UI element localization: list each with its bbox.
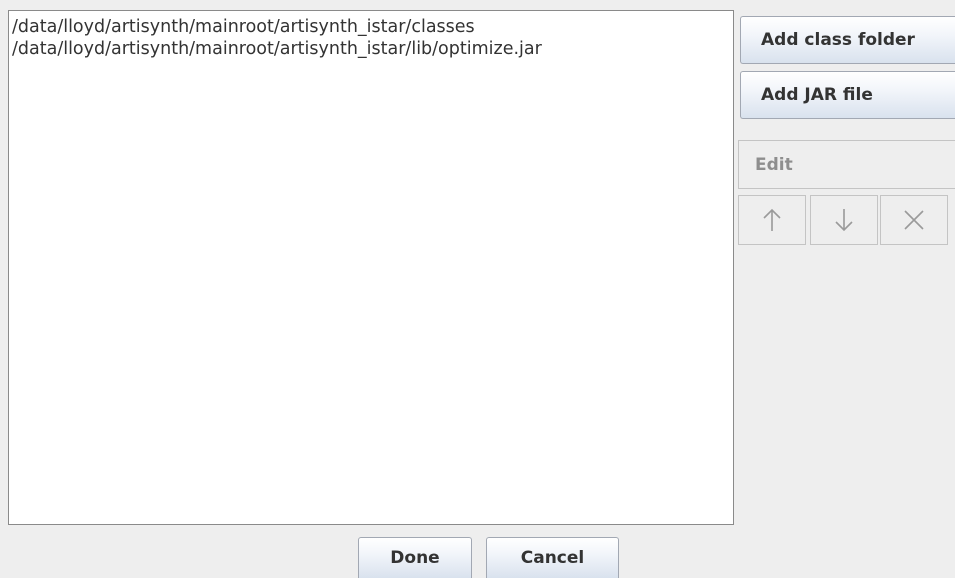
cancel-button[interactable]: Cancel	[486, 537, 619, 578]
edit-button[interactable]: Edit	[738, 140, 955, 189]
add-class-folder-button[interactable]: Add class folder	[740, 16, 955, 64]
remove-button[interactable]	[880, 195, 948, 245]
add-class-folder-label: Add class folder	[761, 30, 915, 50]
cancel-label: Cancel	[520, 548, 585, 568]
move-up-button[interactable]	[738, 195, 806, 245]
list-item[interactable]: /data/lloyd/artisynth/mainroot/artisynth…	[12, 16, 733, 38]
move-down-button[interactable]	[810, 195, 878, 245]
list-item[interactable]: /data/lloyd/artisynth/mainroot/artisynth…	[12, 38, 733, 60]
close-icon	[901, 207, 927, 233]
add-jar-file-label: Add JAR file	[761, 85, 873, 105]
arrow-up-icon	[762, 207, 782, 233]
done-button[interactable]: Done	[358, 537, 472, 578]
done-label: Done	[390, 548, 440, 568]
edit-label: Edit	[755, 154, 793, 175]
arrow-down-icon	[834, 207, 854, 233]
add-jar-file-button[interactable]: Add JAR file	[740, 71, 955, 119]
class-path-list[interactable]: /data/lloyd/artisynth/mainroot/artisynth…	[8, 10, 734, 525]
